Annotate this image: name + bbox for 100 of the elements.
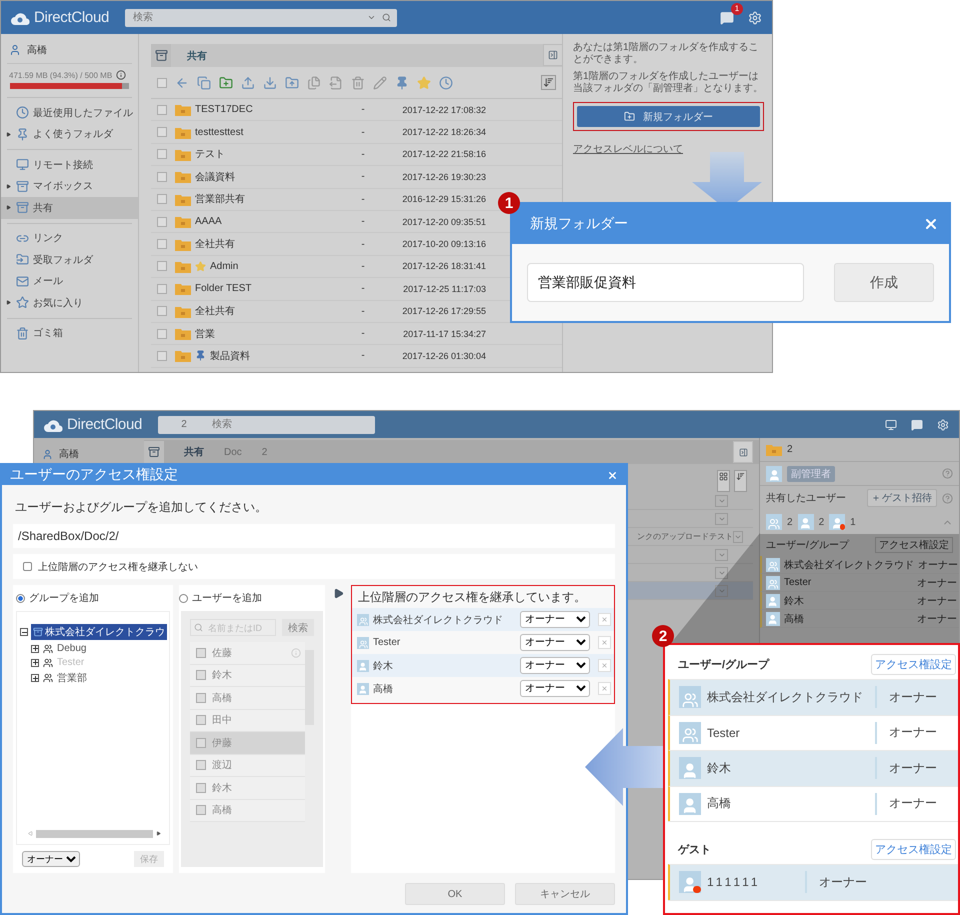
- role-select[interactable]: オーナー: [520, 657, 590, 674]
- sort-button[interactable]: [541, 75, 556, 90]
- member-row[interactable]: 株式会社ダイレクトクラウド オーナー: [668, 679, 958, 714]
- cancel-button[interactable]: キャンセル: [515, 883, 615, 905]
- nav-item[interactable]: ゴミ箱: [1, 322, 138, 344]
- nav-item[interactable]: 共有: [1, 197, 138, 218]
- settings-icon[interactable]: [937, 418, 949, 430]
- expand-toggle[interactable]: [31, 644, 39, 652]
- user-checkbox[interactable]: [196, 805, 206, 816]
- add-user-radio[interactable]: ユーザーを追加: [179, 591, 325, 605]
- pin-icon[interactable]: [395, 76, 409, 90]
- file-row[interactable]: 製品資料 - 2017-12-26 01:30:04: [151, 345, 562, 368]
- new-folder-icon[interactable]: [219, 76, 233, 90]
- user-checkbox[interactable]: [196, 692, 206, 703]
- member-row[interactable]: Tester オーナー: [668, 714, 958, 750]
- help-icon[interactable]: [942, 492, 953, 504]
- download-icon[interactable]: [263, 76, 277, 90]
- access-settings-button[interactable]: アクセス権設定: [875, 537, 953, 553]
- chat-icon[interactable]: [720, 10, 734, 24]
- file-row[interactable]: 会議資料 - 2017-12-26 19:30:23: [151, 166, 562, 189]
- breadcrumb-item[interactable]: 共有: [187, 48, 207, 62]
- file-row[interactable]: テスト - 2017-12-22 21:58:16: [151, 144, 562, 166]
- row-menu-button[interactable]: [715, 512, 728, 524]
- row-checkbox[interactable]: [157, 149, 167, 160]
- nav-item[interactable]: よく使うフォルダ: [1, 124, 138, 145]
- file-row[interactable]: testtesttest - 2017-12-22 18:26:34: [151, 121, 562, 144]
- trash-icon[interactable]: [351, 76, 365, 90]
- search-bar[interactable]: 2 検索: [158, 416, 375, 434]
- search-bar[interactable]: 検索: [125, 8, 397, 26]
- user-checkbox[interactable]: [196, 648, 206, 658]
- expand-arrow-icon[interactable]: [6, 184, 12, 189]
- add-group-radio[interactable]: グループを追加: [16, 591, 170, 605]
- remove-button[interactable]: [598, 682, 611, 695]
- nav-item[interactable]: 受取フォルダ: [1, 249, 138, 270]
- role-select[interactable]: オーナー: [520, 634, 590, 651]
- close-icon[interactable]: [607, 470, 618, 480]
- member-row[interactable]: 鈴木 オーナー: [760, 592, 959, 610]
- member-row[interactable]: 高橋 オーナー: [668, 786, 958, 821]
- files-icon[interactable]: [307, 76, 321, 90]
- row-checkbox[interactable]: [157, 306, 167, 316]
- copy-icon[interactable]: [197, 76, 211, 90]
- star-icon[interactable]: [417, 76, 431, 90]
- expand-arrow-icon[interactable]: [6, 205, 12, 210]
- collapse-icon[interactable]: [543, 44, 563, 66]
- folder-icon[interactable]: [285, 76, 299, 90]
- clock-icon[interactable]: [439, 76, 453, 90]
- tree-node[interactable]: Debug: [20, 643, 169, 654]
- back-icon[interactable]: [175, 76, 189, 90]
- row-checkbox[interactable]: [157, 350, 167, 361]
- grid-view-button[interactable]: [717, 470, 730, 492]
- search-field[interactable]: 検索: [210, 418, 369, 431]
- access-level-link[interactable]: アクセスレベルについて: [573, 142, 764, 156]
- pencil-icon[interactable]: [373, 76, 387, 90]
- row-checkbox[interactable]: [157, 239, 167, 250]
- row-menu-button[interactable]: [715, 566, 728, 578]
- help-icon[interactable]: [942, 468, 953, 479]
- collapse-icon[interactable]: [733, 441, 753, 463]
- search-field[interactable]: 検索: [131, 11, 361, 24]
- sort-button[interactable]: [734, 470, 747, 492]
- row-checkbox[interactable]: [157, 104, 167, 115]
- row-menu-button[interactable]: [715, 584, 728, 596]
- upload-icon[interactable]: [241, 76, 255, 90]
- ok-button[interactable]: OK: [405, 883, 505, 905]
- nav-item[interactable]: リンク: [1, 228, 138, 249]
- member-row[interactable]: Tester オーナー: [760, 574, 959, 592]
- role-select[interactable]: オーナー: [520, 611, 590, 628]
- expand-arrow-icon[interactable]: [6, 132, 12, 137]
- user-checkbox[interactable]: [196, 715, 206, 726]
- row-menu-button[interactable]: [715, 494, 728, 506]
- file-row[interactable]: TEST17DEC - 2017-12-22 17:08:32: [151, 99, 562, 122]
- row-menu-button[interactable]: [715, 548, 728, 560]
- row-checkbox[interactable]: [157, 127, 167, 138]
- row-checkbox[interactable]: [157, 261, 167, 272]
- expand-toggle[interactable]: [31, 674, 39, 682]
- nav-item[interactable]: メール: [1, 270, 138, 292]
- breadcrumb-item[interactable]: 共有: [184, 445, 204, 459]
- create-button[interactable]: 作成: [834, 263, 934, 302]
- chat-icon[interactable]: [911, 418, 923, 430]
- access-settings-button[interactable]: アクセス権設定: [871, 654, 956, 674]
- inherit-option[interactable]: 上位階層のアクセス権を継承しない: [13, 554, 615, 579]
- remove-button[interactable]: [598, 659, 611, 672]
- access-settings-button[interactable]: アクセス権設定: [871, 838, 956, 860]
- guest-invite-button[interactable]: ゲスト招待: [867, 489, 937, 507]
- scroll-right-icon[interactable]: [156, 831, 161, 836]
- collapse-toggle[interactable]: [20, 628, 28, 636]
- member-row[interactable]: 株式会社ダイレクトクラウド オーナー: [760, 556, 959, 574]
- row-checkbox[interactable]: [157, 194, 167, 204]
- row-checkbox[interactable]: [157, 216, 167, 227]
- scroll-left-icon[interactable]: [28, 831, 33, 836]
- member-row[interactable]: 鈴木 オーナー: [668, 750, 958, 786]
- tree-node[interactable]: 株式会社ダイレクトクラウ: [31, 624, 167, 640]
- member-row[interactable]: 高橋 オーナー: [760, 610, 959, 628]
- settings-icon[interactable]: [748, 10, 762, 24]
- remove-button[interactable]: [598, 636, 611, 649]
- file-move-icon[interactable]: [329, 76, 343, 90]
- nav-item[interactable]: マイボックス: [1, 176, 138, 197]
- row-checkbox[interactable]: [157, 284, 167, 294]
- nav-item[interactable]: お気に入り: [1, 292, 138, 314]
- path-field[interactable]: /SharedBox/Doc/2/: [13, 524, 615, 548]
- row-checkbox[interactable]: [157, 328, 167, 339]
